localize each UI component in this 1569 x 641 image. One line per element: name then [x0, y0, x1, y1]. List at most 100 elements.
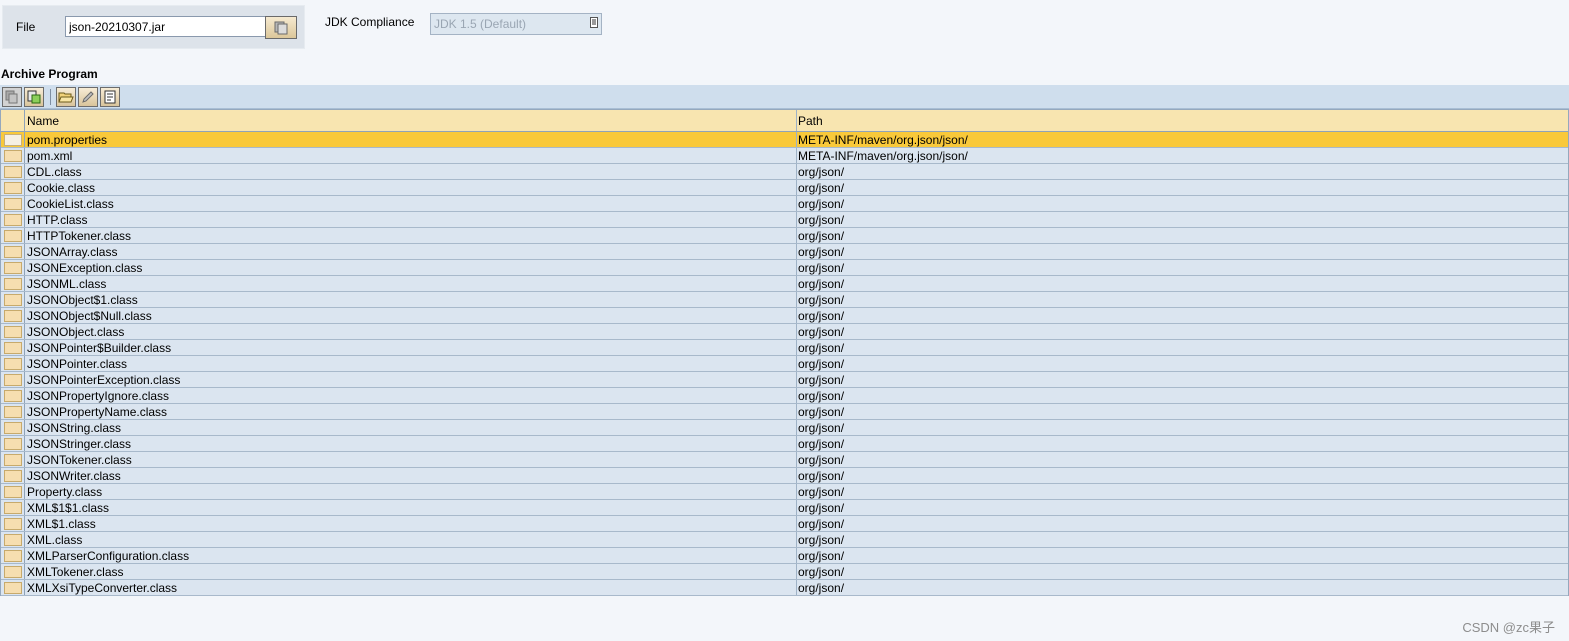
- column-header-name[interactable]: Name: [27, 114, 795, 128]
- table-row[interactable]: XML.class org/json/: [1, 532, 1568, 548]
- row-selector[interactable]: [1, 356, 25, 371]
- cell-name[interactable]: JSONPointer.class: [27, 357, 795, 371]
- cell-name[interactable]: Property.class: [27, 485, 795, 499]
- row-selector[interactable]: [1, 340, 25, 355]
- row-selector[interactable]: [1, 484, 25, 499]
- cell-path[interactable]: org/json/: [798, 229, 1558, 243]
- table-row[interactable]: JSONML.class org/json/: [1, 276, 1568, 292]
- row-selector[interactable]: [1, 372, 25, 387]
- cell-name[interactable]: JSONPropertyIgnore.class: [27, 389, 795, 403]
- cell-path[interactable]: org/json/: [798, 277, 1558, 291]
- cell-name[interactable]: JSONObject$Null.class: [27, 309, 795, 323]
- cell-path[interactable]: org/json/: [798, 469, 1558, 483]
- cell-name[interactable]: JSONPropertyName.class: [27, 405, 795, 419]
- table-row[interactable]: JSONException.class org/json/: [1, 260, 1568, 276]
- cell-name[interactable]: JSONStringer.class: [27, 437, 795, 451]
- cell-path[interactable]: org/json/: [798, 341, 1558, 355]
- cell-path[interactable]: org/json/: [798, 357, 1558, 371]
- cell-path[interactable]: org/json/: [798, 421, 1558, 435]
- row-selector[interactable]: [1, 244, 25, 259]
- edit-button[interactable]: [78, 87, 98, 107]
- row-selector[interactable]: [1, 500, 25, 515]
- table-row[interactable]: XML$1.class org/json/: [1, 516, 1568, 532]
- cell-path[interactable]: org/json/: [798, 197, 1558, 211]
- row-selector[interactable]: [1, 228, 25, 243]
- cell-path[interactable]: org/json/: [798, 581, 1558, 595]
- cell-path[interactable]: META-INF/maven/org.json/json/: [798, 133, 1558, 147]
- cell-path[interactable]: org/json/: [798, 549, 1558, 563]
- row-selector[interactable]: [1, 388, 25, 403]
- cell-path[interactable]: org/json/: [798, 373, 1558, 387]
- cell-name[interactable]: CDL.class: [27, 165, 795, 179]
- row-selector[interactable]: [1, 132, 25, 147]
- cell-path[interactable]: org/json/: [798, 293, 1558, 307]
- cell-name[interactable]: pom.xml: [27, 149, 795, 163]
- file-path-input[interactable]: [65, 16, 267, 37]
- table-row[interactable]: pom.xml META-INF/maven/org.json/json/: [1, 148, 1568, 164]
- row-selector[interactable]: [1, 404, 25, 419]
- cell-name[interactable]: JSONObject$1.class: [27, 293, 795, 307]
- table-row[interactable]: HTTP.class org/json/: [1, 212, 1568, 228]
- cell-name[interactable]: XMLTokener.class: [27, 565, 795, 579]
- cell-name[interactable]: CookieList.class: [27, 197, 795, 211]
- cell-path[interactable]: org/json/: [798, 245, 1558, 259]
- table-row[interactable]: HTTPTokener.class org/json/: [1, 228, 1568, 244]
- table-row[interactable]: XMLParserConfiguration.class org/json/: [1, 548, 1568, 564]
- table-row[interactable]: XMLXsiTypeConverter.class org/json/: [1, 580, 1568, 596]
- row-selector[interactable]: [1, 452, 25, 467]
- row-selector[interactable]: [1, 436, 25, 451]
- cell-path[interactable]: org/json/: [798, 213, 1558, 227]
- cell-name[interactable]: XMLParserConfiguration.class: [27, 549, 795, 563]
- row-selector[interactable]: [1, 180, 25, 195]
- row-selector[interactable]: [1, 468, 25, 483]
- cell-name[interactable]: JSONWriter.class: [27, 469, 795, 483]
- table-row[interactable]: XMLTokener.class org/json/: [1, 564, 1568, 580]
- table-row[interactable]: JSONArray.class org/json/: [1, 244, 1568, 260]
- cell-path[interactable]: org/json/: [798, 453, 1558, 467]
- column-divider[interactable]: [796, 110, 797, 131]
- cell-path[interactable]: META-INF/maven/org.json/json/: [798, 149, 1558, 163]
- browse-file-button[interactable]: [265, 16, 297, 39]
- row-selector[interactable]: [1, 148, 25, 163]
- cell-name[interactable]: HTTP.class: [27, 213, 795, 227]
- cell-name[interactable]: JSONArray.class: [27, 245, 795, 259]
- row-selector[interactable]: [1, 548, 25, 563]
- cell-name[interactable]: XML.class: [27, 533, 795, 547]
- table-row[interactable]: JSONObject$Null.class org/json/: [1, 308, 1568, 324]
- cell-name[interactable]: JSONML.class: [27, 277, 795, 291]
- row-selector[interactable]: [1, 516, 25, 531]
- table-row[interactable]: Cookie.class org/json/: [1, 180, 1568, 196]
- cell-name[interactable]: Cookie.class: [27, 181, 795, 195]
- cell-path[interactable]: org/json/: [798, 325, 1558, 339]
- cell-name[interactable]: JSONTokener.class: [27, 453, 795, 467]
- table-row[interactable]: Property.class org/json/: [1, 484, 1568, 500]
- row-selector[interactable]: [1, 276, 25, 291]
- jdk-compliance-select[interactable]: JDK 1.5 (Default): [430, 13, 602, 35]
- table-row[interactable]: CookieList.class org/json/: [1, 196, 1568, 212]
- table-row[interactable]: JSONPointer.class org/json/: [1, 356, 1568, 372]
- table-row[interactable]: JSONObject$1.class org/json/: [1, 292, 1568, 308]
- cell-path[interactable]: org/json/: [798, 405, 1558, 419]
- table-row[interactable]: pom.properties META-INF/maven/org.json/js…: [1, 132, 1568, 148]
- cell-path[interactable]: org/json/: [798, 533, 1558, 547]
- table-row[interactable]: JSONTokener.class org/json/: [1, 452, 1568, 468]
- table-row[interactable]: JSONString.class org/json/: [1, 420, 1568, 436]
- row-selector[interactable]: [1, 324, 25, 339]
- row-selector[interactable]: [1, 260, 25, 275]
- row-selector[interactable]: [1, 292, 25, 307]
- row-selector[interactable]: [1, 308, 25, 323]
- table-row[interactable]: JSONPropertyName.class org/json/: [1, 404, 1568, 420]
- properties-button[interactable]: [100, 87, 120, 107]
- select-all-cell[interactable]: [1, 110, 25, 131]
- table-row[interactable]: JSONPointerException.class org/json/: [1, 372, 1568, 388]
- cell-name[interactable]: JSONString.class: [27, 421, 795, 435]
- copy-button[interactable]: [2, 87, 22, 107]
- cell-path[interactable]: org/json/: [798, 181, 1558, 195]
- dropdown-arrow-icon[interactable]: [589, 16, 599, 29]
- column-header-path[interactable]: Path: [798, 114, 1558, 128]
- cell-path[interactable]: org/json/: [798, 565, 1558, 579]
- cell-path[interactable]: org/json/: [798, 501, 1558, 515]
- cell-name[interactable]: JSONObject.class: [27, 325, 795, 339]
- open-button[interactable]: [56, 87, 76, 107]
- row-selector[interactable]: [1, 420, 25, 435]
